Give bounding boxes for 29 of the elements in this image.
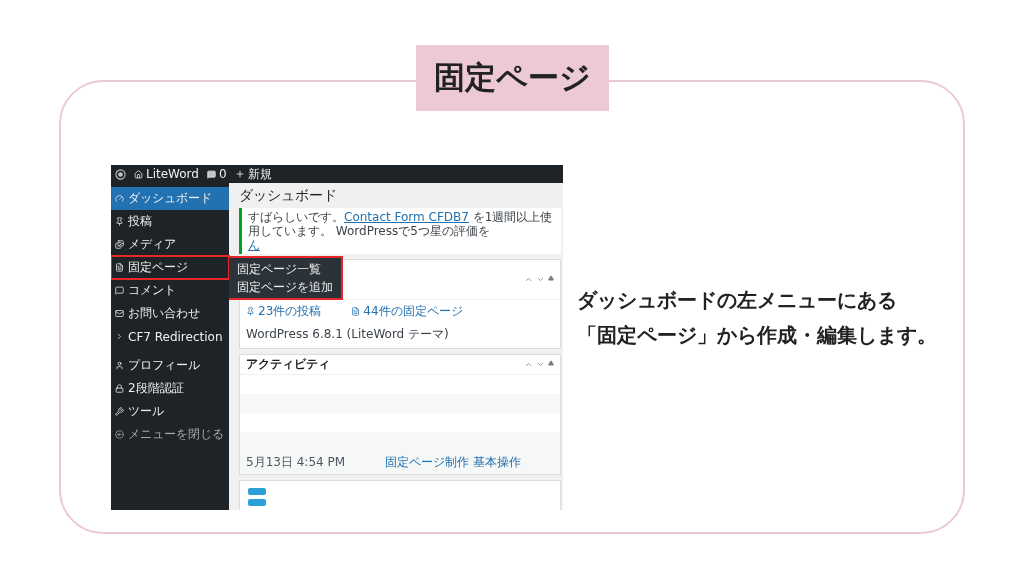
notice-text: すばらしいです。Contact Form CFDB7 を1週間以上使用しています。 WordPressで5つ星の評価を: [248, 210, 553, 238]
count-link[interactable]: 23件の投稿: [246, 303, 322, 320]
sidebar-item[interactable]: プロフィール: [111, 354, 229, 377]
sidebar-item[interactable]: お問い合わせ: [111, 302, 229, 325]
sidebar-item[interactable]: メニューを閉じる: [111, 423, 229, 446]
count-link[interactable]: 44件の固定ページ: [351, 303, 463, 320]
comments-link[interactable]: 0: [206, 167, 227, 181]
sidebar-item[interactable]: ツール: [111, 400, 229, 423]
flyout-item[interactable]: 固定ページ一覧: [229, 260, 341, 278]
new-link[interactable]: 新規: [234, 165, 272, 183]
sidebar-item[interactable]: ダッシュボード: [111, 187, 229, 210]
site-link[interactable]: LiteWord: [134, 167, 199, 181]
caption-text: 「固定ページ」から作成・編集します。: [577, 322, 937, 349]
sidebar-item[interactable]: CF7 Redirection: [111, 325, 229, 348]
sidebar-item[interactable]: 投稿: [111, 210, 229, 233]
panel-title: アクティビティ: [246, 356, 330, 373]
notice-link[interactable]: ん: [248, 238, 260, 252]
version-text: WordPress 6.8.1 (LiteWord テーマ): [245, 326, 450, 343]
flyout-item[interactable]: 固定ページを追加: [229, 278, 341, 296]
sidebar-item[interactable]: 2段階認証: [111, 377, 229, 400]
sidebar-item[interactable]: メディア: [111, 233, 229, 256]
sidebar-item[interactable]: コメント: [111, 279, 229, 302]
plugin-link[interactable]: Contact Form CFDB7: [344, 210, 469, 224]
page-title: ダッシュボード: [239, 187, 338, 203]
sidebar-item[interactable]: 固定ページ: [111, 256, 229, 279]
title-tag: 固定ページ: [415, 45, 609, 111]
activity-date: 5月13日 4:54 PM: [246, 454, 346, 471]
caption-text: ダッシュボードの左メニューにある: [577, 287, 898, 314]
activity-link[interactable]: 固定ページ制作 基本操作: [385, 454, 521, 471]
